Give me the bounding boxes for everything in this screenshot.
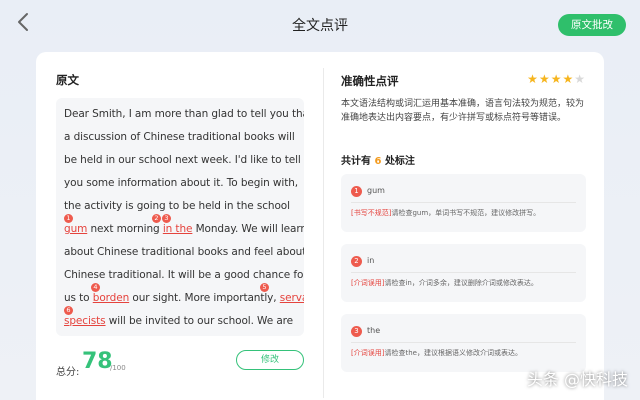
error-marker[interactable]: 2 bbox=[152, 214, 161, 223]
star-icon: ★ bbox=[574, 72, 586, 86]
issue-text: 请检查gum，单词书写不规范，建议修改拼写。 bbox=[391, 209, 541, 217]
error-marker[interactable]: 3 bbox=[162, 214, 171, 223]
error-word[interactable]: in the bbox=[163, 223, 193, 235]
issue-divider bbox=[351, 202, 576, 203]
essay-line: specists will be invited to our school. … bbox=[64, 315, 293, 327]
issue-text: 请检查the，建议根据语义修改介词或表达。 bbox=[384, 349, 522, 357]
error-marker[interactable]: 1 bbox=[64, 214, 73, 223]
score-label: 总分: bbox=[56, 367, 80, 378]
essay-line: a discussion of Chinese traditional book… bbox=[64, 131, 295, 143]
batch-correct-button[interactable]: 原文批改 bbox=[558, 14, 626, 36]
original-title: 原文 bbox=[56, 73, 79, 87]
count-number: 6 bbox=[374, 156, 382, 167]
essay-text-run: be held in our school next week. I'd lik… bbox=[64, 154, 301, 166]
essay-text-run: us to bbox=[64, 292, 93, 304]
review-card: 原文 Dear Smith, I am more than glad to te… bbox=[36, 52, 604, 400]
issue-card[interactable]: 1 gum [书写不规范]请检查gum，单词书写不规范，建议修改拼写。 bbox=[341, 174, 586, 232]
essay-line: Chinese traditional. It will be a good c… bbox=[64, 269, 304, 281]
essay-line: be held in our school next week. I'd lik… bbox=[64, 154, 301, 166]
issue-detail: [介词误用]请检查in，介词多余，建议删除介词或修改表达。 bbox=[351, 278, 538, 288]
essay-line: about Chinese traditional books and feel… bbox=[64, 246, 304, 258]
issue-divider bbox=[351, 342, 576, 343]
score-value: 78 bbox=[82, 349, 113, 374]
issue-detail: [介词误用]请检查the，建议根据语义修改介词或表达。 bbox=[351, 348, 522, 358]
watermark: 头条 @快科技 bbox=[526, 370, 628, 389]
issue-word: gum bbox=[367, 186, 385, 195]
essay-text-run: the activity is going to be held in the … bbox=[64, 200, 290, 212]
issue-tag: [介词误用] bbox=[351, 279, 385, 287]
top-bar: 全文点评 原文批改 bbox=[0, 0, 640, 50]
error-word[interactable]: borden bbox=[93, 292, 130, 304]
count-suffix: 处标注 bbox=[384, 156, 415, 167]
star-icon: ★ bbox=[550, 72, 563, 86]
accuracy-title: 准确性点评 bbox=[341, 74, 399, 88]
essay-line: Dear Smith, I am more than glad to tell … bbox=[64, 108, 304, 120]
error-marker[interactable]: 6 bbox=[64, 306, 73, 315]
issue-text: 请检查in，介词多余，建议删除介词或修改表达。 bbox=[384, 279, 538, 287]
essay-text-run: will be invited to our school. We are bbox=[105, 315, 294, 327]
issue-divider bbox=[351, 272, 576, 273]
essay-text-run: Dear Smith, I am more than glad to tell … bbox=[64, 108, 304, 120]
issue-detail: [书写不规范]请检查gum，单词书写不规范，建议修改拼写。 bbox=[351, 208, 540, 218]
essay-line: you some information about it. To begin … bbox=[64, 177, 298, 189]
essay-text-run: you some information about it. To begin … bbox=[64, 177, 299, 189]
accuracy-description: 本文语法结构或词汇运用基本准确，语言句法较为规范，较为准确地表达出内容要点，有少… bbox=[341, 99, 585, 123]
original-panel: 原文 bbox=[56, 72, 306, 88]
rating-stars: ★★★★★ bbox=[527, 72, 586, 86]
star-icon: ★ bbox=[562, 72, 575, 86]
error-marker[interactable]: 5 bbox=[260, 283, 269, 292]
essay-line: us to borden our sight. More importantly… bbox=[64, 292, 304, 304]
panel-divider bbox=[323, 68, 324, 398]
error-word[interactable]: gum bbox=[64, 223, 87, 235]
issue-word: in bbox=[367, 256, 375, 265]
count-prefix: 共计有 bbox=[341, 156, 371, 167]
error-marker[interactable]: 4 bbox=[91, 283, 100, 292]
star-icon: ★ bbox=[527, 72, 539, 86]
essay-text-run: Chinese traditional. It will be a good c… bbox=[64, 269, 304, 281]
issue-number: 3 bbox=[351, 326, 362, 337]
essay-text-run: our sight. More importantly, bbox=[129, 292, 280, 304]
page-title: 全文点评 bbox=[292, 18, 348, 34]
error-word[interactable]: specists bbox=[64, 315, 106, 327]
essay-line: gum next morning in the Monday. We will … bbox=[64, 223, 304, 235]
issue-tag: [书写不规范] bbox=[351, 209, 392, 217]
issue-number: 2 bbox=[351, 256, 362, 267]
issue-tag: [介词误用] bbox=[351, 349, 385, 357]
error-word[interactable]: serval bbox=[280, 292, 304, 304]
issue-word: the bbox=[367, 326, 381, 335]
essay-line: the activity is going to be held in the … bbox=[64, 200, 290, 212]
essay-text-run: about Chinese traditional books and feel… bbox=[64, 246, 304, 258]
essay-box[interactable]: Dear Smith, I am more than glad to tell … bbox=[56, 98, 304, 336]
essay-text-run: Monday. We will learn bbox=[192, 223, 304, 235]
annotation-count: 共计有 6 处标注 bbox=[341, 152, 415, 167]
issue-card[interactable]: 3 the [介词误用]请检查the，建议根据语义修改介词或表达。 bbox=[341, 314, 586, 372]
star-icon: ★ bbox=[538, 72, 551, 86]
score-total: /100 bbox=[110, 364, 126, 372]
modify-button[interactable]: 修改 bbox=[236, 350, 304, 370]
issue-number: 1 bbox=[351, 186, 362, 197]
essay-text-run: a discussion of Chinese traditional book… bbox=[64, 131, 295, 143]
issue-card[interactable]: 2 in [介词误用]请检查in，介词多余，建议删除介词或修改表达。 bbox=[341, 244, 586, 302]
essay-text-run: next morning bbox=[87, 223, 163, 235]
